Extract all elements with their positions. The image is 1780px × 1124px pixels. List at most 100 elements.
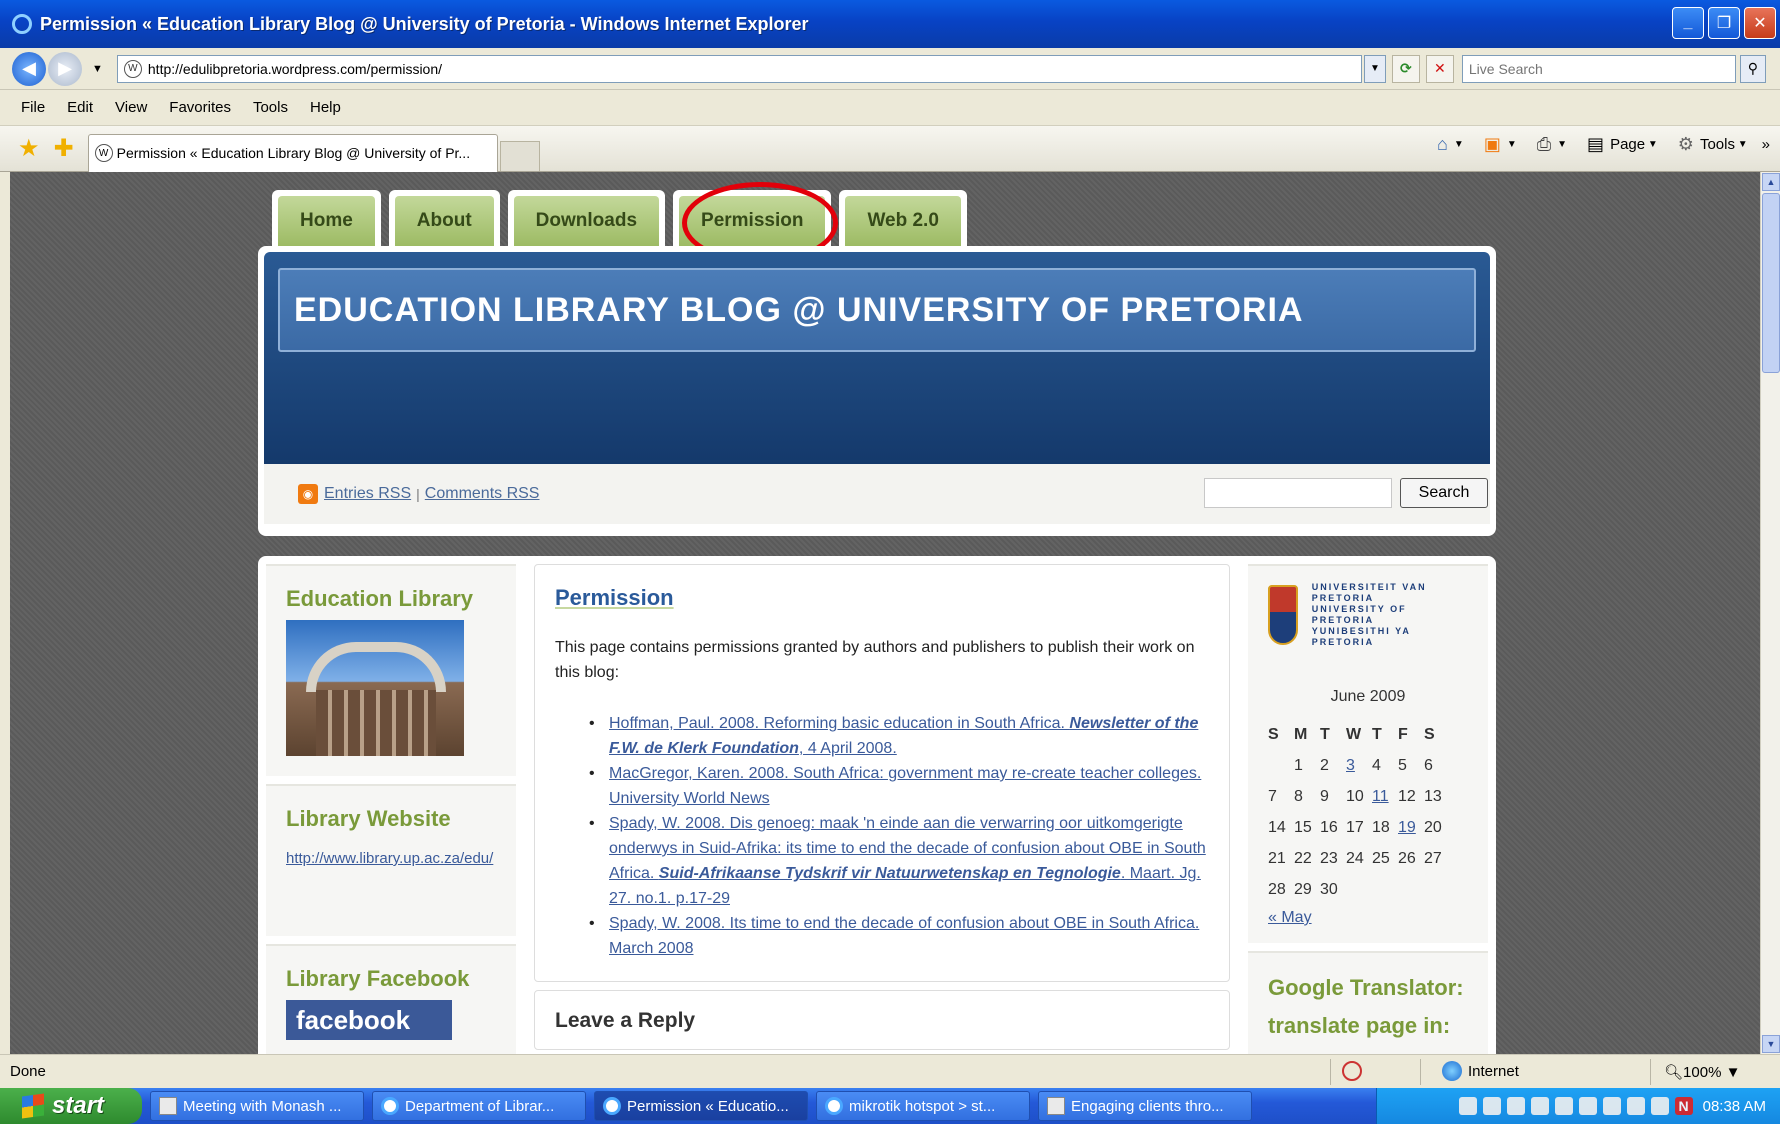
- back-button[interactable]: ◀: [12, 51, 46, 86]
- tray-icon[interactable]: [1482, 1097, 1501, 1115]
- tools-menu[interactable]: Tools: [1700, 136, 1735, 153]
- favorites-star-icon[interactable]: ★: [18, 134, 40, 163]
- stop-icon[interactable]: ✕: [1425, 54, 1454, 83]
- tray-icon[interactable]: [1506, 1097, 1525, 1115]
- blog-search-input[interactable]: [1204, 478, 1392, 508]
- page-menu[interactable]: Page: [1610, 136, 1645, 153]
- search-go-icon[interactable]: ⚲: [1739, 54, 1766, 83]
- menu-file[interactable]: File: [21, 99, 45, 116]
- nav-tab-permission[interactable]: Permission: [673, 190, 832, 246]
- blog-search-button[interactable]: Search: [1400, 478, 1488, 508]
- tray-icons: N: [1458, 1097, 1693, 1115]
- tray-icon[interactable]: [1650, 1097, 1669, 1115]
- calendar-day[interactable]: 19: [1398, 812, 1424, 843]
- entries-rss-link[interactable]: Entries RSS: [324, 485, 411, 503]
- blog-title[interactable]: EDUCATION LIBRARY BLOG @ UNIVERSITY OF P…: [278, 268, 1476, 352]
- right-sidebar: UNIVERSITEIT VAN PRETORIA UNIVERSITY OF …: [1248, 564, 1488, 1054]
- print-dropdown-icon[interactable]: ▼: [1557, 139, 1567, 150]
- forward-button[interactable]: ▶: [48, 51, 82, 86]
- tray-n-icon[interactable]: N: [1674, 1097, 1693, 1115]
- university-logo[interactable]: UNIVERSITEIT VAN PRETORIA UNIVERSITY OF …: [1268, 582, 1468, 648]
- maximize-button[interactable]: ❐: [1708, 7, 1740, 39]
- permission-link[interactable]: Spady, W. 2008. Its time to end the deca…: [609, 915, 1199, 957]
- tab-bar: ★ ✚ W Permission « Education Library Blo…: [0, 126, 1780, 172]
- scroll-up-icon[interactable]: ▲: [1762, 173, 1780, 191]
- calendar-day: [1268, 750, 1294, 781]
- left-sidebar: Education Library Library Website http:/…: [266, 564, 516, 1054]
- nav-tab-about[interactable]: About: [388, 190, 500, 246]
- print-icon[interactable]: ⎙: [1537, 134, 1551, 155]
- menu-help[interactable]: Help: [310, 99, 341, 116]
- tray-icon[interactable]: [1554, 1097, 1573, 1115]
- permission-link[interactable]: Spady, W. 2008. Dis genoeg: maak 'n eind…: [609, 815, 1206, 907]
- tools-dropdown-icon[interactable]: ▼: [1735, 139, 1748, 150]
- post-title[interactable]: Permission: [555, 585, 1209, 611]
- window-titlebar: Permission « Education Library Blog @ Un…: [0, 0, 1780, 48]
- vertical-scrollbar[interactable]: ▲ ▼: [1760, 172, 1780, 1054]
- tray-icon[interactable]: [1458, 1097, 1477, 1115]
- scroll-down-icon[interactable]: ▼: [1762, 1035, 1780, 1053]
- nav-tab-downloads[interactable]: Downloads: [507, 190, 666, 246]
- calendar-day: 26: [1398, 849, 1416, 867]
- feeds-dropdown-icon[interactable]: ▼: [1507, 139, 1517, 150]
- post: Permission This page contains permission…: [534, 564, 1230, 982]
- calendar-day[interactable]: 11: [1372, 781, 1398, 812]
- nav-tab-home[interactable]: Home: [272, 190, 381, 246]
- menu-view[interactable]: View: [115, 99, 147, 116]
- nav-tab-web20[interactable]: Web 2.0: [839, 190, 967, 246]
- new-tab-button[interactable]: [499, 140, 540, 171]
- tray-icon[interactable]: [1602, 1097, 1621, 1115]
- previous-month-link[interactable]: « May: [1268, 909, 1468, 927]
- history-dropdown-icon[interactable]: ▼: [92, 63, 103, 75]
- minimize-button[interactable]: _: [1672, 7, 1704, 39]
- calendar-day: [1424, 874, 1450, 905]
- task-engaging-clients[interactable]: Engaging clients thro...: [1038, 1091, 1252, 1121]
- library-photo[interactable]: [286, 620, 464, 756]
- task-mikrotik[interactable]: mikrotik hotspot > st...: [816, 1091, 1030, 1121]
- scroll-thumb[interactable]: [1762, 193, 1780, 373]
- address-dropdown-icon[interactable]: ▼: [1363, 54, 1386, 83]
- calendar-weekday: F: [1398, 726, 1408, 743]
- browser-tab-permission[interactable]: W Permission « Education Library Blog @ …: [87, 133, 498, 172]
- clock[interactable]: 08:38 AM: [1703, 1098, 1766, 1115]
- list-item: Spady, W. 2008. Its time to end the deca…: [589, 911, 1209, 961]
- close-button[interactable]: ✕: [1744, 7, 1776, 39]
- menu-favorites[interactable]: Favorites: [169, 99, 231, 116]
- calendar-day: 17: [1346, 818, 1364, 836]
- facebook-logo[interactable]: facebook: [286, 1000, 452, 1040]
- task-department-library[interactable]: Department of Librar...: [372, 1091, 586, 1121]
- globe-icon: [1442, 1061, 1462, 1081]
- tray-icon[interactable]: [1626, 1097, 1645, 1115]
- permission-link[interactable]: Hoffman, Paul. 2008. Reforming basic edu…: [609, 715, 1198, 757]
- menu-tools[interactable]: Tools: [253, 99, 288, 116]
- task-permission[interactable]: Permission « Educatio...: [594, 1091, 808, 1121]
- security-icon[interactable]: [1342, 1061, 1362, 1081]
- calendar-day-link[interactable]: 11: [1372, 788, 1389, 805]
- main-column: Permission This page contains permission…: [534, 564, 1230, 1050]
- task-meeting-monash[interactable]: Meeting with Monash ...: [150, 1091, 364, 1121]
- home-icon[interactable]: ⌂: [1437, 134, 1448, 155]
- add-favorite-icon[interactable]: ✚: [54, 134, 74, 163]
- address-field[interactable]: W http://edulibpretoria.wordpress.com/pe…: [116, 54, 1362, 83]
- start-button[interactable]: start: [0, 1088, 142, 1124]
- security-zone[interactable]: Internet: [1442, 1061, 1519, 1081]
- tools-gear-icon: ⚙: [1677, 134, 1694, 154]
- calendar-day: 2: [1320, 756, 1329, 774]
- home-dropdown-icon[interactable]: ▼: [1454, 139, 1464, 150]
- permission-link[interactable]: MacGregor, Karen. 2008. South Africa: go…: [609, 765, 1201, 807]
- calendar-day: [1398, 874, 1424, 905]
- library-website-link[interactable]: http://www.library.up.ac.za/edu/: [286, 850, 493, 867]
- calendar-day[interactable]: 3: [1346, 750, 1372, 781]
- feeds-icon[interactable]: ▣: [1484, 134, 1501, 155]
- more-commands-icon[interactable]: »: [1762, 136, 1770, 153]
- calendar-day-link[interactable]: 19: [1398, 819, 1416, 836]
- page-dropdown-icon[interactable]: ▼: [1645, 139, 1658, 150]
- refresh-icon[interactable]: ⟳: [1391, 54, 1420, 83]
- live-search-input[interactable]: [1461, 54, 1736, 83]
- network-icon[interactable]: [1578, 1097, 1597, 1115]
- menu-edit[interactable]: Edit: [67, 99, 93, 116]
- comments-rss-link[interactable]: Comments RSS: [425, 485, 540, 503]
- calendar-day-link[interactable]: 3: [1346, 757, 1355, 774]
- volume-icon[interactable]: [1530, 1097, 1549, 1115]
- zoom-level[interactable]: 🔍︎100% ▼: [1664, 1063, 1740, 1081]
